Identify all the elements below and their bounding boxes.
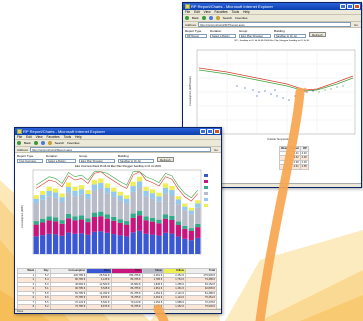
- connector-line: [153, 87, 305, 321]
